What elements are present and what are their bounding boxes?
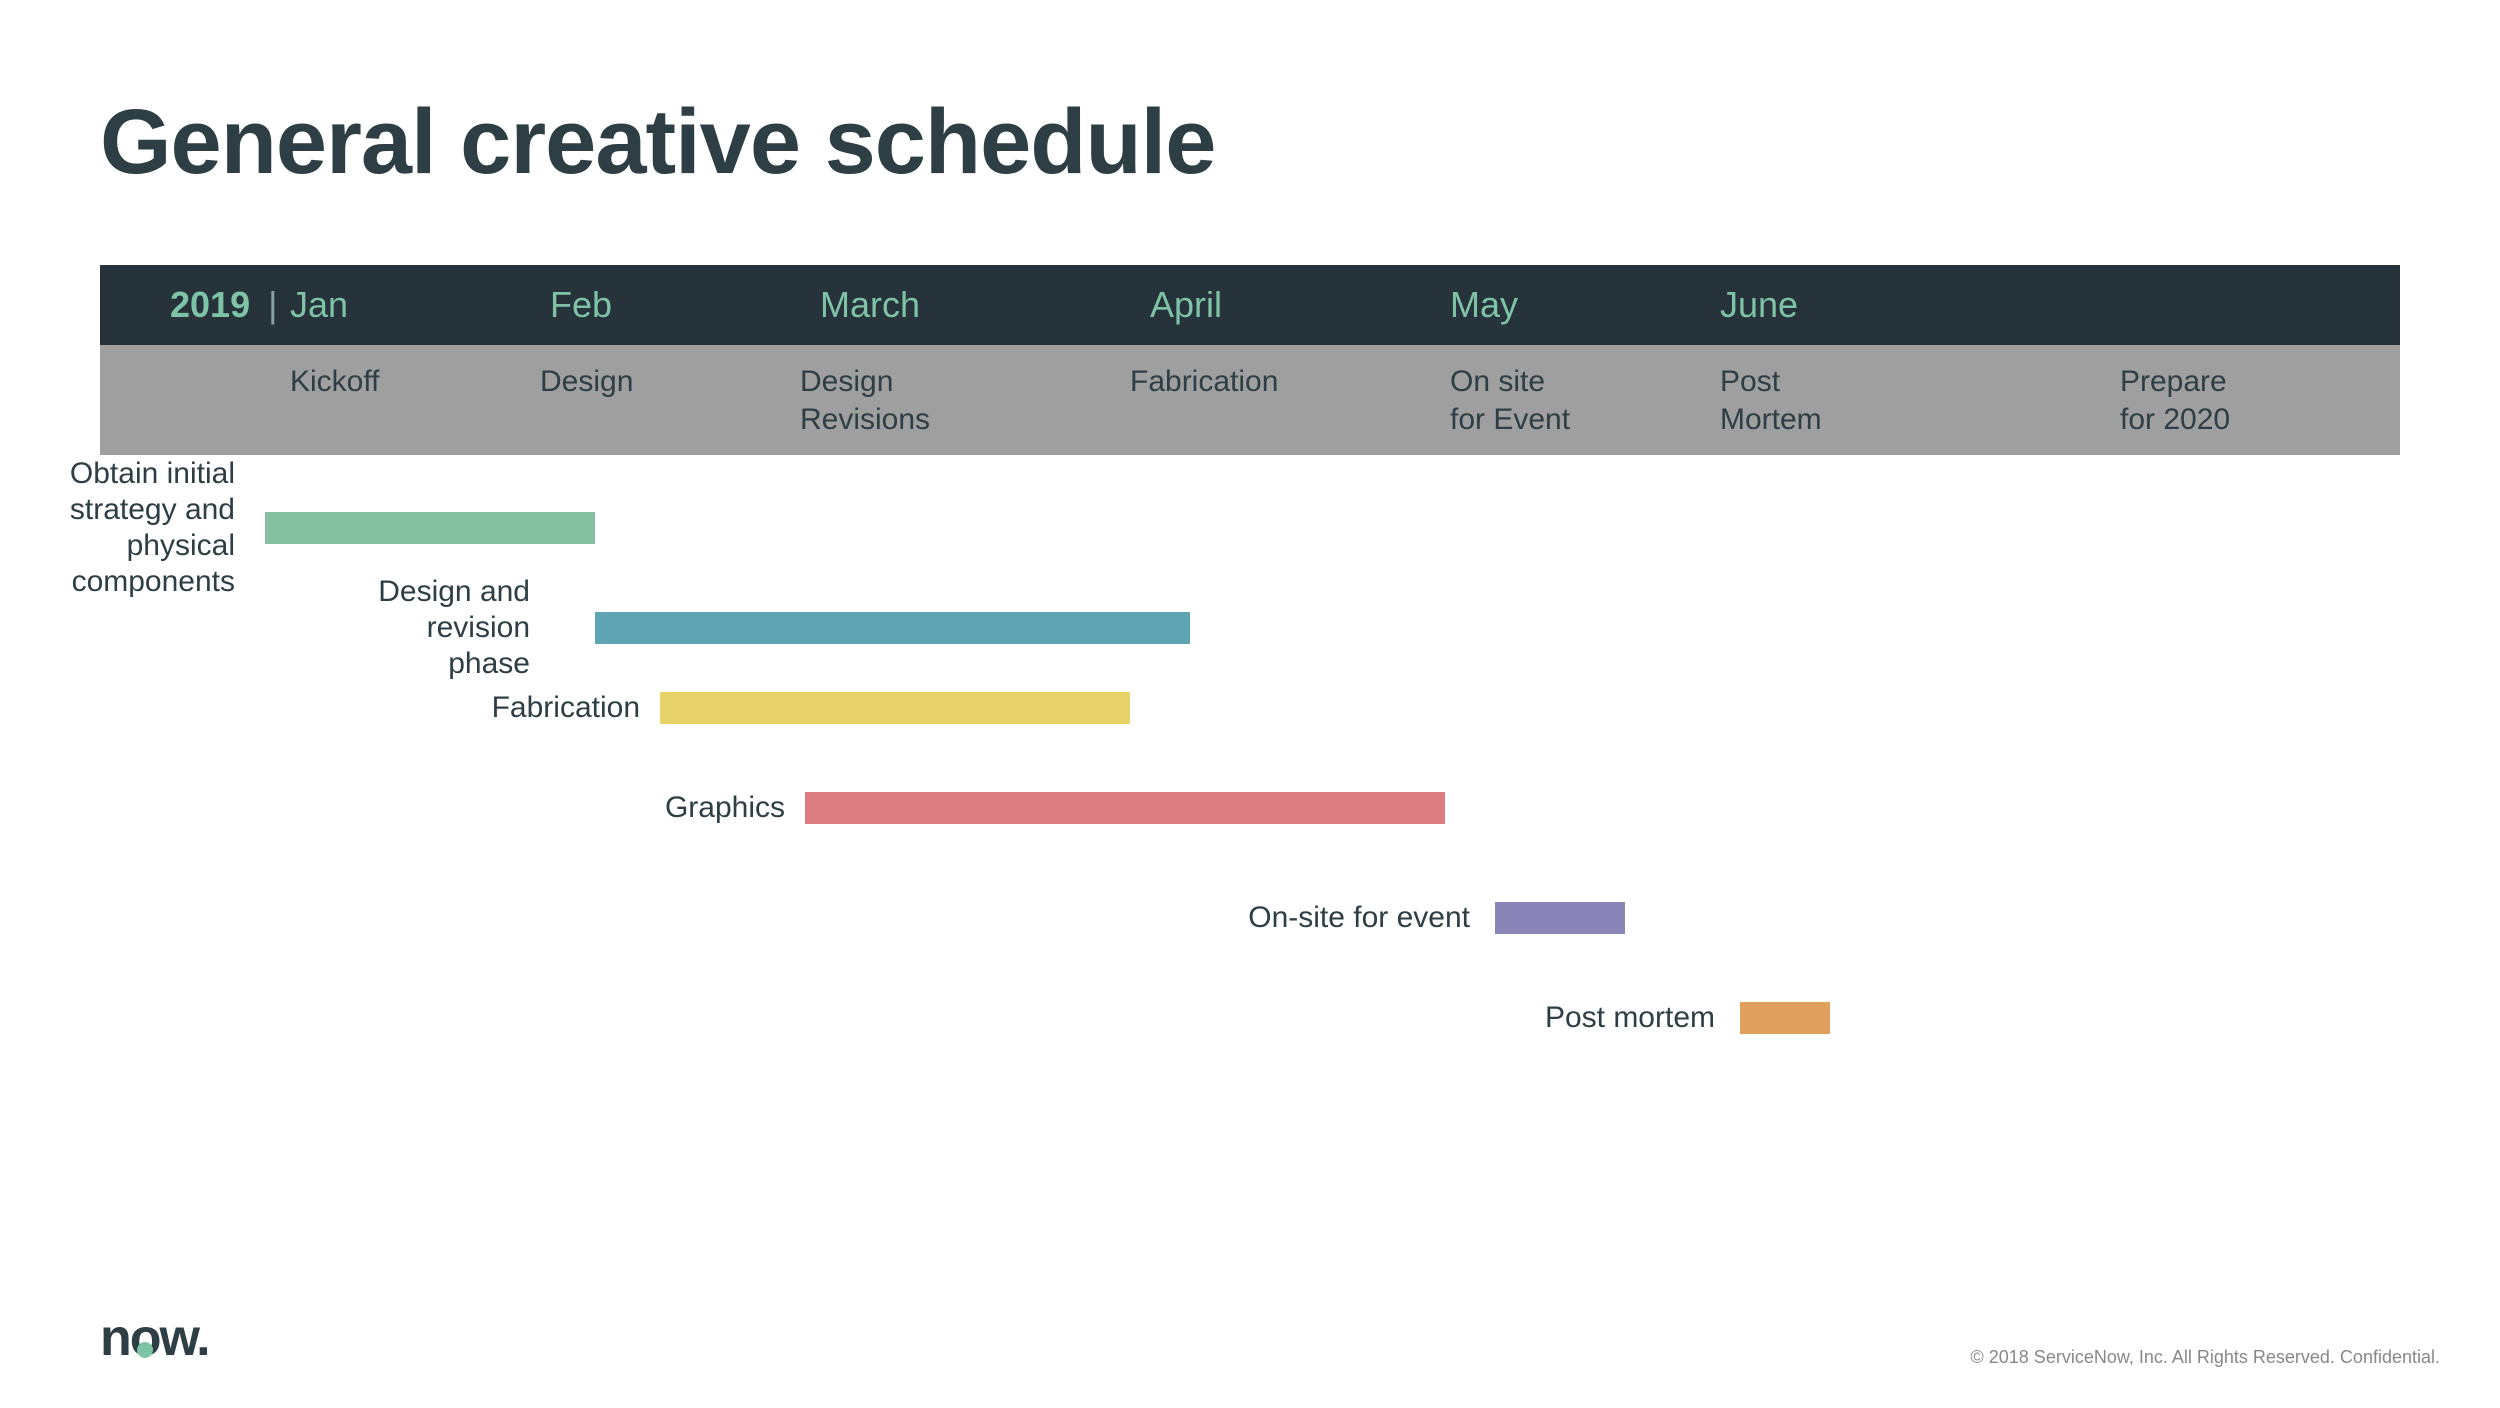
gantt-row: Fabrication	[100, 685, 2400, 731]
gantt-bar-label: Graphics	[385, 790, 785, 826]
gantt-row: Post mortem	[100, 995, 2400, 1041]
gantt-bar	[1740, 1002, 1830, 1034]
phase-label: On sitefor Event	[1450, 363, 1570, 438]
timeline-area: 2019 | Jan Feb March April May June Kickoff De…	[100, 265, 2400, 1205]
phase-label: DesignRevisions	[800, 363, 930, 438]
month-label: April	[1150, 265, 1222, 345]
timeline-month-header: 2019 | Jan Feb March April May June	[100, 265, 2400, 345]
month-label: June	[1720, 265, 1798, 345]
gantt-bar	[265, 512, 595, 544]
year-separator: |	[250, 284, 295, 326]
year-label: 2019	[170, 284, 250, 326]
gantt-row: Design andrevisionphase	[100, 605, 2400, 651]
phase-label: PostMortem	[1720, 363, 1822, 438]
slide-title: General creative schedule	[100, 90, 2400, 195]
gantt-chart: Obtain initialstrategy andphysicalcompon…	[100, 505, 2400, 1205]
timeline-year: 2019 |	[170, 265, 295, 345]
phase-label: Fabrication	[1130, 363, 1278, 401]
servicenow-logo: now.	[100, 1308, 209, 1368]
logo-letter-o-wrap: o	[130, 1308, 160, 1368]
phase-label: Design	[540, 363, 633, 401]
month-label: May	[1450, 265, 1518, 345]
phase-label: Kickoff	[290, 363, 380, 401]
month-label: March	[820, 265, 920, 345]
gantt-bar	[660, 692, 1130, 724]
logo-dot-icon	[137, 1342, 153, 1358]
timeline-phase-header: Kickoff Design DesignRevisions Fabrication O…	[100, 345, 2400, 455]
logo-letter-n: n	[100, 1309, 130, 1367]
gantt-bar	[1495, 902, 1625, 934]
gantt-bar-label: Fabrication	[240, 690, 640, 726]
gantt-bar-label: On-site for event	[1070, 900, 1470, 936]
month-label: Feb	[550, 265, 612, 345]
phase-label: Preparefor 2020	[2120, 363, 2230, 438]
copyright-text: © 2018 ServiceNow, Inc. All Rights Reser…	[1971, 1347, 2441, 1368]
logo-letter-o: o	[130, 1309, 160, 1367]
gantt-bar-label: Design andrevisionphase	[130, 574, 530, 682]
slide-footer: now. © 2018 ServiceNow, Inc. All Rights …	[100, 1308, 2440, 1368]
logo-period: .	[196, 1309, 208, 1367]
gantt-bar-label: Post mortem	[1315, 1000, 1715, 1036]
month-label: Jan	[290, 265, 348, 345]
gantt-bar	[595, 612, 1190, 644]
gantt-row: On-site for event	[100, 895, 2400, 941]
gantt-bar	[805, 792, 1445, 824]
slide: General creative schedule 2019 | Jan Feb M…	[0, 0, 2500, 1408]
logo-letter-w: w	[160, 1309, 197, 1367]
gantt-row: Obtain initialstrategy andphysicalcompon…	[100, 505, 2400, 551]
gantt-row: Graphics	[100, 785, 2400, 831]
